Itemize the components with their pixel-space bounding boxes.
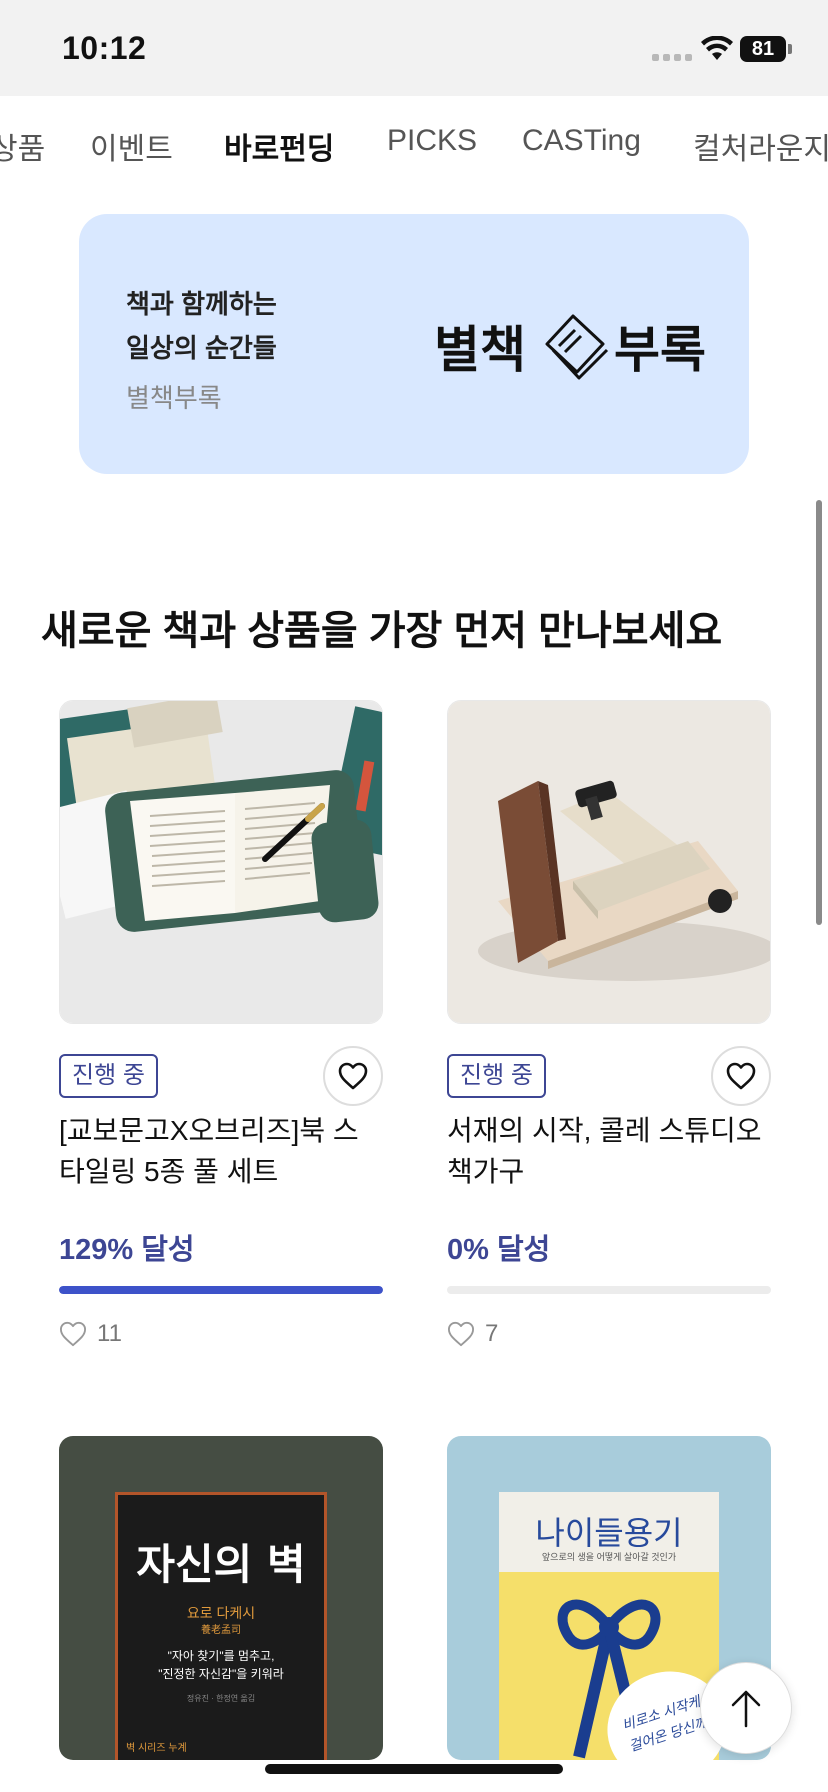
banner-subtitle: 별책부록 xyxy=(126,383,222,413)
signal-icon xyxy=(652,54,692,61)
tab-culture-lounge[interactable]: 컬처라운지 xyxy=(693,124,828,168)
status-time: 10:12 xyxy=(62,30,147,66)
banner-headline-1: 책과 함께하는 xyxy=(126,289,277,319)
book-cover: 자신의 벽 요로 다케시 養老孟司 "자아 찾기"를 멈추고, "진정한 자신감… xyxy=(115,1492,327,1760)
product-image[interactable] xyxy=(447,700,771,1024)
heart-outline-icon xyxy=(59,1321,86,1347)
like-button[interactable] xyxy=(711,1046,771,1106)
heart-outline-icon xyxy=(447,1321,474,1347)
promo-banner[interactable]: 책과 함께하는 일상의 순간들 별책부록 별책 부록 xyxy=(79,214,749,474)
book-title: 나이들용기 xyxy=(535,1514,683,1552)
book-tagline-2: "진정한 자신감"을 키워라 xyxy=(158,1667,284,1681)
banner-logo-text-b: 부록 xyxy=(614,321,706,379)
product-image[interactable]: 자신의 벽 요로 다케시 養老孟司 "자아 찾기"를 멈추고, "진정한 자신감… xyxy=(59,1436,383,1760)
tab-baro-funding[interactable]: 바로펀딩 xyxy=(224,124,334,168)
funding-progress-bar xyxy=(447,1286,771,1294)
wifi-icon xyxy=(701,36,733,60)
banner-logo-text-a: 별책 xyxy=(434,321,526,379)
tab-products[interactable]: 상품 xyxy=(0,124,45,168)
achievement-rate: 0% 달성 xyxy=(447,1234,551,1266)
section-title: 새로운 책과 상품을 가장 먼저 만나보세요 xyxy=(41,609,723,653)
book-tagline-1: "자아 찾기"를 멈추고, xyxy=(167,1649,275,1663)
status-badge: 진행 중 xyxy=(447,1054,546,1098)
like-button[interactable] xyxy=(323,1046,383,1106)
product-title[interactable]: 서재의 시작, 콜레 스튜디오 책가구 xyxy=(447,1110,771,1192)
heart-icon xyxy=(726,1062,756,1090)
book-subtitle: 앞으로의 생을 어떻게 살아갈 것인가 xyxy=(541,1552,677,1562)
book-translator: 정유진 · 한정연 옮김 xyxy=(186,1694,256,1703)
funding-progress-fill xyxy=(59,1286,383,1294)
book-author: 요로 다케시 xyxy=(186,1605,256,1621)
heart-icon xyxy=(338,1062,368,1090)
like-count: 11 xyxy=(59,1320,122,1348)
banner-logo: 별책 부록 xyxy=(434,304,724,394)
battery-level: 81 xyxy=(740,36,786,62)
tab-events[interactable]: 이벤트 xyxy=(90,124,173,168)
banner-headline-2: 일상의 순간들 xyxy=(126,333,277,363)
book-title: 자신의 벽 xyxy=(136,1540,306,1589)
like-count-value: 11 xyxy=(97,1320,122,1347)
product-image[interactable] xyxy=(59,700,383,1024)
home-indicator[interactable] xyxy=(265,1764,563,1774)
book-author-sub: 養老孟司 xyxy=(201,1625,241,1636)
like-count-value: 7 xyxy=(485,1320,499,1347)
achievement-rate: 129% 달성 xyxy=(59,1234,195,1266)
category-tabs: 상품 이벤트 바로펀딩 PICKS CASTing 컬처라운지 xyxy=(0,96,828,190)
funding-progress-bar xyxy=(59,1286,383,1294)
arrow-up-icon xyxy=(731,1690,761,1728)
book-icon xyxy=(545,314,609,380)
status-badge: 진행 중 xyxy=(59,1054,158,1098)
tab-casting[interactable]: CASTing xyxy=(522,124,641,158)
battery-indicator: 81 xyxy=(740,36,792,62)
book-series: 벽 시리즈 누계 xyxy=(126,1743,187,1754)
tab-picks[interactable]: PICKS xyxy=(387,124,477,158)
status-bar: 10:12 81 xyxy=(0,0,828,96)
product-title[interactable]: [교보문고X오브리즈]북 스타일링 5종 풀 세트 xyxy=(59,1110,383,1192)
like-count: 7 xyxy=(447,1320,498,1348)
scrollbar[interactable] xyxy=(816,500,822,925)
scroll-to-top-button[interactable] xyxy=(700,1662,792,1754)
